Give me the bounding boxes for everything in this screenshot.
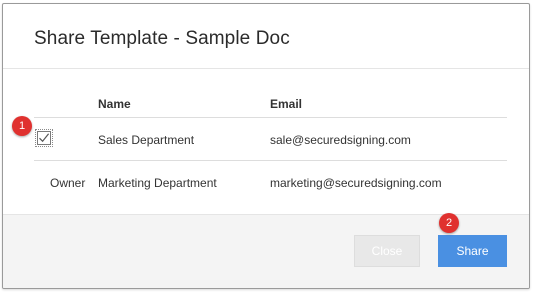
owner-label: Owner xyxy=(50,176,86,190)
recipient-email: marketing@securedsigning.com xyxy=(270,176,442,190)
share-button[interactable]: Share xyxy=(438,235,507,267)
step-1-callout: 1 xyxy=(12,116,32,136)
column-header-email: Email xyxy=(270,97,303,111)
recipient-name: Marketing Department xyxy=(98,176,217,190)
recipient-email: sale@securedsigning.com xyxy=(270,133,411,147)
dialog-title: Share Template - Sample Doc xyxy=(34,28,290,49)
recipients-table: Name Email Sales Department sale@secured… xyxy=(3,69,529,217)
share-template-dialog: Share Template - Sample Doc Name Email S… xyxy=(2,3,530,289)
header-divider xyxy=(34,117,507,118)
select-sales-department-checkbox[interactable] xyxy=(37,131,51,145)
checkmark-icon xyxy=(39,133,50,143)
close-button[interactable]: Close xyxy=(354,235,420,267)
recipient-name: Sales Department xyxy=(98,133,195,147)
step-2-callout: 2 xyxy=(439,213,459,233)
row-divider xyxy=(34,160,507,161)
dialog-header: Share Template - Sample Doc xyxy=(3,4,529,69)
column-header-name: Name xyxy=(98,97,131,111)
